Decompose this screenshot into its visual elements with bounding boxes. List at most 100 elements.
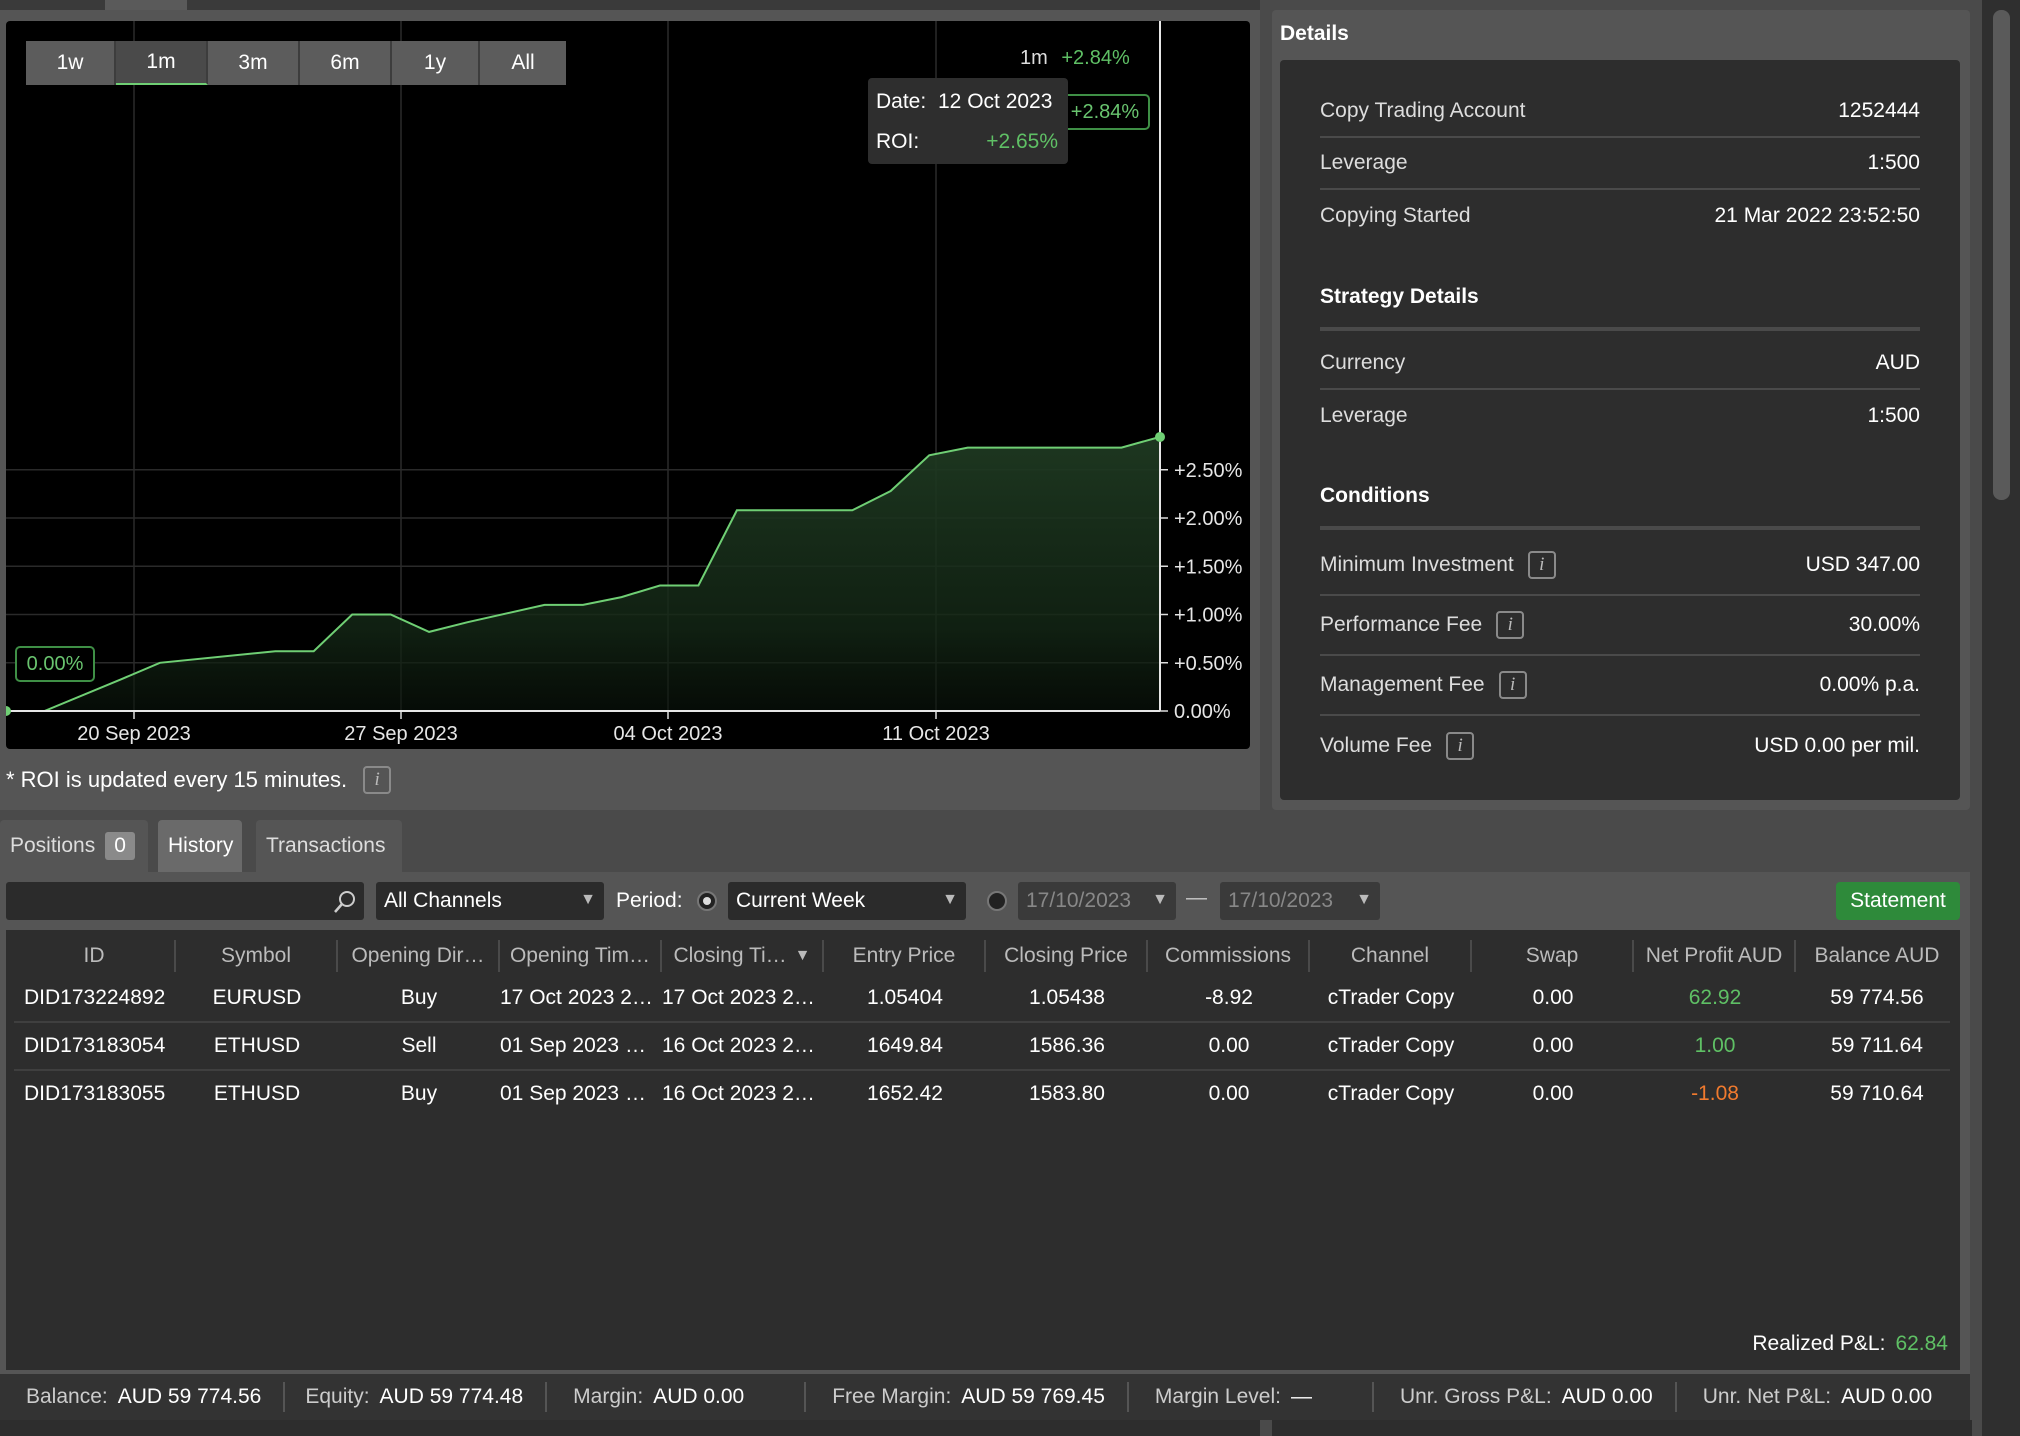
details-row-value: 1:500 xyxy=(1867,404,1920,427)
cell-swap: 0.00 xyxy=(1532,1082,1574,1105)
roi-update-note: * ROI is updated every 15 minutes. i xyxy=(6,766,392,794)
chart-period-summary: 1m +2.84% xyxy=(1020,47,1130,70)
status-margin: Margin: AUD 0.00 xyxy=(547,1382,807,1412)
channels-select[interactable]: All Channels ▼ xyxy=(376,882,604,920)
strategy-row-currency: Currency AUD xyxy=(1320,338,1920,390)
column-header-entry-price[interactable]: Entry Price xyxy=(824,940,986,972)
info-icon[interactable]: i xyxy=(1527,551,1556,579)
cell-channel: cTrader Copy xyxy=(1327,1082,1455,1105)
info-icon[interactable]: i xyxy=(363,766,392,794)
cell-net-profit: 62.92 xyxy=(1688,986,1742,1009)
column-header-opening-time[interactable]: Opening Tim… xyxy=(500,940,662,972)
tab-history[interactable]: History xyxy=(158,820,242,872)
tooltip-roi-value: +2.65% xyxy=(986,130,1058,153)
tab-positions[interactable]: Positions 0 xyxy=(0,820,148,872)
range-1y-button[interactable]: 1y xyxy=(392,41,480,85)
statement-button[interactable]: Statement xyxy=(1836,882,1960,920)
column-header-opening-direction[interactable]: Opening Dir… xyxy=(338,940,500,972)
details-row-label: Leverage xyxy=(1320,404,1408,427)
chevron-down-icon: ▼ xyxy=(1152,891,1168,908)
chevron-down-icon: ▼ xyxy=(1356,891,1372,908)
range-3m-button[interactable]: 3m xyxy=(208,41,300,85)
period-select-value: Current Week xyxy=(736,889,866,912)
bottom-panel-edge xyxy=(1272,1420,1972,1436)
column-header-closing-price[interactable]: Closing Price xyxy=(986,940,1148,972)
date-to-picker[interactable]: 17/10/2023 ▼ xyxy=(1220,882,1380,920)
period-preset-radio[interactable] xyxy=(697,891,717,911)
column-header-swap[interactable]: Swap xyxy=(1472,940,1634,972)
y-tick-label: +1.50% xyxy=(1174,556,1243,578)
roi-note-text: * ROI is updated every 15 minutes. xyxy=(6,767,348,792)
status-margin-level: Margin Level: — xyxy=(1129,1382,1374,1412)
x-tick-label: 11 Oct 2023 xyxy=(882,723,989,745)
status-label: Margin Level: xyxy=(1154,1385,1281,1408)
bottom-panel-edge xyxy=(0,1420,1260,1436)
table-row[interactable]: DID173224892 EURUSD Buy 17 Oct 2023 2… 1… xyxy=(14,975,1950,1023)
y-tick-label: +1.00% xyxy=(1174,605,1243,627)
range-1m-button[interactable]: 1m xyxy=(116,41,208,85)
date-from-picker[interactable]: 17/10/2023 ▼ xyxy=(1018,882,1176,920)
cell-opening-time: 17 Oct 2023 2… xyxy=(500,986,653,1009)
table-row[interactable]: DID173183055 ETHUSD Buy 01 Sep 2023 … 16… xyxy=(14,1071,1950,1119)
details-title: Details xyxy=(1280,22,1349,45)
status-label: Unr. Net P&L: xyxy=(1702,1385,1832,1408)
status-label: Margin: xyxy=(573,1385,644,1408)
tooltip-roi-label: ROI: xyxy=(876,130,920,153)
roi-point-end xyxy=(1155,431,1165,442)
cell-balance: 59 711.64 xyxy=(1831,1034,1923,1057)
details-row-leverage: Leverage 1:500 xyxy=(1320,138,1920,190)
status-value: AUD 59 769.45 xyxy=(961,1385,1105,1408)
column-header-closing-time[interactable]: Closing Ti… ▼ xyxy=(662,940,824,972)
info-icon[interactable]: i xyxy=(1496,611,1525,639)
tooltip-date-value: 12 Oct 2023 xyxy=(938,90,1053,113)
status-label: Free Margin: xyxy=(832,1385,952,1408)
cell-entry-price: 1.05404 xyxy=(867,986,943,1009)
tab-transactions[interactable]: Transactions xyxy=(256,820,402,872)
chart-period-label: 1m xyxy=(1020,47,1048,69)
cell-id: DID173183054 xyxy=(24,1034,166,1057)
info-icon[interactable]: i xyxy=(1446,732,1475,760)
table-row[interactable]: DID173183054 ETHUSD Sell 01 Sep 2023 … 1… xyxy=(14,1023,1950,1071)
details-row-label: Volume Fee xyxy=(1320,734,1433,757)
realized-pnl-label: Realized P&L: xyxy=(1752,1332,1886,1355)
cell-closing-price: 1586.36 xyxy=(1029,1034,1105,1057)
column-header-id[interactable]: ID xyxy=(14,940,176,972)
period-select[interactable]: Current Week ▼ xyxy=(728,882,966,920)
range-all-button[interactable]: All xyxy=(480,41,566,85)
period-custom-radio[interactable] xyxy=(987,891,1007,911)
page-scrollbar-thumb[interactable] xyxy=(1993,10,2010,500)
cell-swap: 0.00 xyxy=(1532,1034,1574,1057)
column-header-closing-time-label: Closing Ti… xyxy=(673,944,787,967)
history-search-input[interactable] xyxy=(6,882,364,920)
cell-symbol: EURUSD xyxy=(212,986,302,1009)
realized-pnl-value: 62.84 xyxy=(1895,1332,1948,1355)
details-row-label: Copy Trading Account xyxy=(1320,99,1526,122)
realized-pnl: Realized P&L: 62.84 xyxy=(1752,1332,1948,1356)
status-balance: Balance: AUD 59 774.56 xyxy=(0,1382,286,1412)
info-icon[interactable]: i xyxy=(1498,671,1527,699)
column-header-balance[interactable]: Balance AUD xyxy=(1796,940,1958,972)
status-label: Unr. Gross P&L: xyxy=(1399,1385,1552,1408)
tab-positions-label: Positions xyxy=(10,834,96,857)
column-header-symbol[interactable]: Symbol xyxy=(176,940,338,972)
range-6m-button[interactable]: 6m xyxy=(300,41,392,85)
details-row-label: Minimum Investment xyxy=(1320,553,1514,576)
status-equity: Equity: AUD 59 774.48 xyxy=(285,1382,548,1412)
cell-direction: Sell xyxy=(401,1034,437,1057)
column-header-commissions[interactable]: Commissions xyxy=(1148,940,1310,972)
details-row-value: USD 347.00 xyxy=(1805,553,1920,576)
details-row-copying-started: Copying Started 21 Mar 2022 23:52:50 xyxy=(1320,190,1920,242)
positions-count-badge: 0 xyxy=(105,832,135,860)
cell-balance: 59 710.64 xyxy=(1830,1082,1924,1105)
status-value: AUD 59 774.48 xyxy=(379,1385,524,1408)
top-tab-stub[interactable] xyxy=(105,0,187,10)
column-header-net-profit[interactable]: Net Profit AUD xyxy=(1634,940,1796,972)
chart-tooltip: Date: 12 Oct 2023 ROI: +2.65% xyxy=(868,78,1068,164)
top-tab-strip xyxy=(0,0,1260,10)
column-header-channel[interactable]: Channel xyxy=(1310,940,1472,972)
details-row-value: 21 Mar 2022 23:52:50 xyxy=(1714,204,1921,227)
status-unrealized-gross: Unr. Gross P&L: AUD 0.00 xyxy=(1374,1382,1677,1412)
status-unrealized-net: Unr. Net P&L: AUD 0.00 xyxy=(1677,1382,1954,1412)
chevron-down-icon: ▼ xyxy=(580,891,596,908)
range-1w-button[interactable]: 1w xyxy=(26,41,116,85)
